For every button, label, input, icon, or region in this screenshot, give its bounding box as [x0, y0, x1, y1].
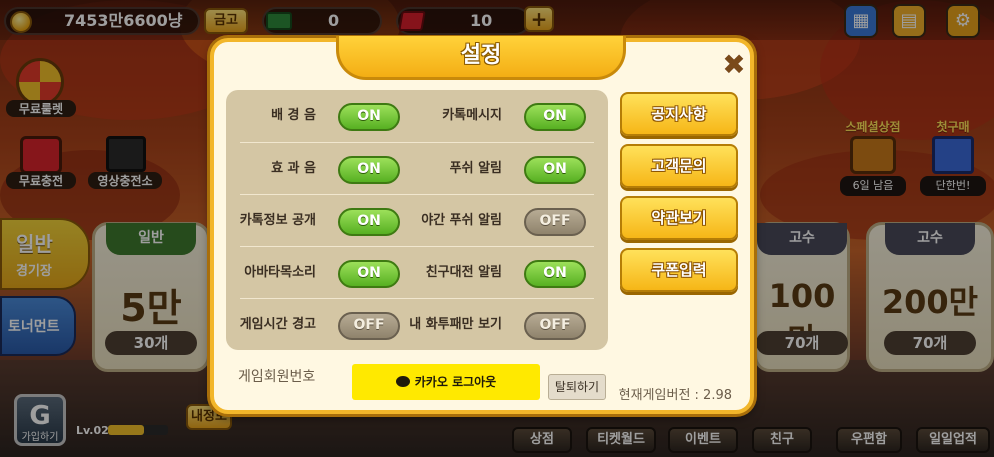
friend-match-toggle[interactable]: ON [524, 260, 586, 288]
coupon-button[interactable]: 쿠폰입력 [620, 248, 738, 292]
customer-inquiry-button[interactable]: 고객문의 [620, 144, 738, 188]
settings-dialog: 설정 ✖ 배 경 음 ON 카톡메시지 ON 효 과 음 ON 푸쉬 알림 ON [210, 36, 754, 414]
speech-bubble-icon [395, 376, 410, 387]
setting-my-cards-only: 내 화투패만 보기 OFF [400, 299, 586, 351]
notice-button[interactable]: 공지사항 [620, 92, 738, 136]
settings-panel: 배 경 음 ON 카톡메시지 ON 효 과 음 ON 푸쉬 알림 ON 카톡정보… [226, 90, 608, 350]
setting-time-warning: 게임시간 경고 OFF [240, 299, 400, 351]
sfx-toggle[interactable]: ON [338, 156, 400, 184]
time-warning-toggle[interactable]: OFF [338, 312, 400, 340]
setting-push: 푸쉬 알림 ON [400, 143, 586, 195]
push-toggle[interactable]: ON [524, 156, 586, 184]
setting-kakao-message: 카톡메시지 ON [400, 90, 586, 142]
setting-bgm: 배 경 음 ON [240, 90, 400, 142]
setting-kakao-info: 카톡정보 공개 ON [240, 195, 400, 247]
my-cards-only-toggle[interactable]: OFF [524, 312, 586, 340]
setting-row: 게임시간 경고 OFF 내 화투패만 보기 OFF [240, 298, 594, 350]
setting-friend-match: 친구대전 알림 ON [400, 247, 586, 299]
version-label: 현재게임버전 : 2.98 [618, 388, 732, 403]
close-icon[interactable]: ✖ [719, 50, 749, 80]
setting-row: 아바타목소리 ON 친구대전 알림 ON [240, 246, 594, 298]
terms-button[interactable]: 약관보기 [620, 196, 738, 240]
setting-row: 카톡정보 공개 ON 야간 푸쉬 알림 OFF [240, 194, 594, 246]
dialog-title: 설정 [336, 36, 626, 80]
setting-night-push: 야간 푸쉬 알림 OFF [400, 195, 586, 247]
kakao-message-toggle[interactable]: ON [524, 103, 586, 131]
setting-avatar-voice: 아바타목소리 ON [240, 247, 400, 299]
withdraw-button[interactable]: 탈퇴하기 [548, 374, 606, 400]
setting-row: 효 과 음 ON 푸쉬 알림 ON [240, 142, 594, 194]
avatar-voice-toggle[interactable]: ON [338, 260, 400, 288]
bgm-toggle[interactable]: ON [338, 103, 400, 131]
night-push-toggle[interactable]: OFF [524, 208, 586, 236]
setting-row: 배 경 음 ON 카톡메시지 ON [240, 90, 594, 142]
setting-sfx: 효 과 음 ON [240, 143, 400, 195]
kakao-info-toggle[interactable]: ON [338, 208, 400, 236]
kakao-logout-button[interactable]: 카카오 로그아웃 [352, 364, 540, 400]
member-number-label: 게임회원번호 [238, 369, 316, 385]
